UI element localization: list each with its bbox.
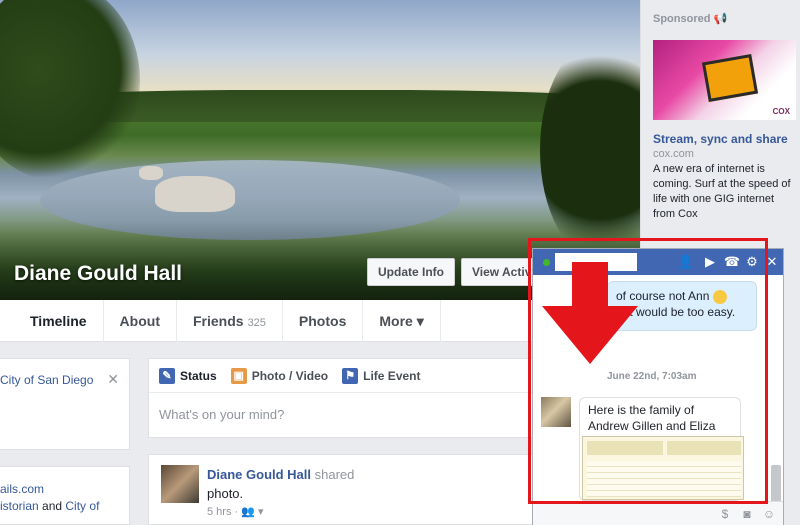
composer-tab-life-event[interactable]: ⚑ Life Event bbox=[342, 367, 421, 384]
cover-horse bbox=[139, 166, 235, 212]
close-icon[interactable]: ✕ bbox=[107, 371, 119, 388]
chat-composer-bar[interactable]: $ ◙ ☺ bbox=[533, 501, 783, 525]
ad-url: cox.com bbox=[653, 148, 694, 160]
about-email-link[interactable]: ails.com bbox=[0, 482, 44, 496]
ad-tv-graphic bbox=[701, 53, 759, 103]
about-work-row: istorian and City of bbox=[0, 498, 125, 515]
tab-more-label: More ▾ bbox=[379, 313, 424, 329]
post-subtitle: photo. bbox=[207, 486, 244, 501]
post-author-link[interactable]: Diane Gould Hall bbox=[207, 467, 311, 482]
ad-image[interactable]: COX bbox=[653, 40, 796, 120]
intro-city-link[interactable]: City of San Diego bbox=[0, 373, 100, 387]
tab-about[interactable]: About bbox=[104, 300, 177, 342]
post-timestamp[interactable]: 5 hrs · 👥 ▾ bbox=[207, 505, 264, 518]
tab-photos-label: Photos bbox=[298, 313, 347, 329]
about-card: ails.com istorian and City of bbox=[0, 466, 130, 525]
intro-card: City of San Diego ✕ bbox=[0, 358, 130, 450]
feed-post: Diane Gould Hall shared photo. 5 hrs · 👥… bbox=[148, 454, 540, 525]
flag-icon: ⚑ bbox=[342, 367, 359, 384]
composer-tab-status[interactable]: ✎ Status bbox=[159, 367, 217, 384]
ad-headline-link[interactable]: Stream, sync and share bbox=[653, 132, 796, 146]
about-and-text: and bbox=[38, 499, 66, 513]
tab-photos[interactable]: Photos bbox=[283, 300, 364, 342]
tab-more[interactable]: More ▾ bbox=[363, 300, 441, 342]
tab-timeline[interactable]: Timeline bbox=[0, 300, 104, 342]
post-header: Diane Gould Hall shared bbox=[207, 467, 354, 482]
tab-timeline-label: Timeline bbox=[30, 313, 87, 329]
composer-tab-life-label: Life Event bbox=[363, 368, 421, 383]
about-email-row: ails.com bbox=[0, 481, 125, 498]
about-city-link[interactable]: City of bbox=[65, 499, 99, 513]
profile-name[interactable]: Diane Gould Hall bbox=[14, 262, 182, 286]
post-composer: ✎ Status ▣ Photo / Video ⚑ Life Event Wh… bbox=[148, 358, 540, 438]
post-author-avatar[interactable] bbox=[161, 465, 199, 503]
composer-tab-photo-video[interactable]: ▣ Photo / Video bbox=[230, 367, 329, 384]
composer-tabs: ✎ Status ▣ Photo / Video ⚑ Life Event bbox=[149, 359, 539, 393]
tab-friends[interactable]: Friends 325 bbox=[177, 300, 283, 342]
friends-count: 325 bbox=[247, 317, 266, 329]
composer-tab-photo-label: Photo / Video bbox=[251, 368, 329, 383]
photo-icon: ▣ bbox=[230, 367, 247, 384]
chat-scrollbar[interactable] bbox=[771, 465, 781, 501]
status-input[interactable]: What's on your mind? bbox=[149, 393, 539, 436]
tab-about-label: About bbox=[119, 313, 160, 329]
emoji-icon[interactable]: ☺ bbox=[761, 506, 777, 522]
tab-friends-label: Friends bbox=[192, 313, 244, 329]
ad-body-text: A new era of internet is coming. Surf at… bbox=[653, 163, 791, 220]
about-historian-link[interactable]: istorian bbox=[0, 499, 39, 513]
sponsored-heading: Sponsored 📢 bbox=[653, 13, 728, 25]
payment-icon[interactable]: $ bbox=[717, 506, 733, 522]
composer-tab-status-label: Status bbox=[180, 368, 217, 383]
cover-tree-left bbox=[0, 0, 140, 180]
pencil-icon: ✎ bbox=[159, 367, 175, 384]
ad-brand-logo: COX bbox=[772, 107, 790, 116]
update-info-button[interactable]: Update Info bbox=[367, 258, 455, 286]
camera-icon[interactable]: ◙ bbox=[739, 506, 755, 522]
annotation-arrow-icon bbox=[542, 262, 638, 364]
post-action-text: shared bbox=[311, 467, 355, 482]
